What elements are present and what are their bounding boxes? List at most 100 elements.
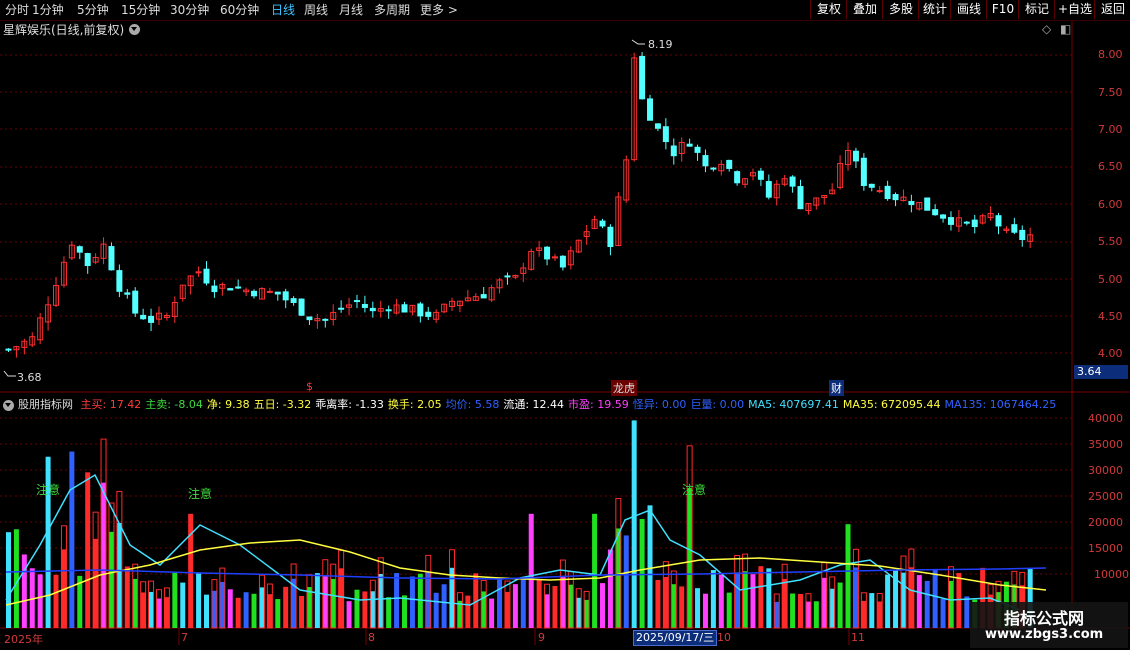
chart-frame xyxy=(0,21,1130,629)
volume-bar xyxy=(687,487,693,628)
candle-body xyxy=(757,170,764,180)
volume-bar xyxy=(497,579,503,628)
candle-body xyxy=(353,300,360,303)
volume-tick: 20000 xyxy=(1088,516,1123,529)
low-price-label: 3.68 xyxy=(17,371,42,384)
volume-bar xyxy=(710,570,716,628)
volume-bar xyxy=(536,579,542,628)
x-tick-label: 8 xyxy=(368,631,375,644)
candle-body xyxy=(947,217,954,225)
volume-bar xyxy=(156,598,162,628)
candle-body xyxy=(401,304,408,313)
volume-bar xyxy=(148,591,154,628)
indicator-field: MA35: 672095.44 xyxy=(842,398,941,411)
dividend-marker[interactable]: $ xyxy=(306,380,313,393)
volume-bar xyxy=(623,535,629,628)
candle-body xyxy=(908,200,915,206)
candle-body xyxy=(116,270,123,292)
indicator-name: 股朋指标网 xyxy=(18,398,73,411)
candle-body xyxy=(480,294,487,299)
volume-bar xyxy=(101,482,107,628)
volume-tick: 10000 xyxy=(1094,568,1129,581)
candle-body xyxy=(251,290,258,297)
volume-bar xyxy=(560,575,566,628)
volume-bar xyxy=(774,601,780,628)
candle-body xyxy=(654,123,661,129)
candle-body xyxy=(544,246,551,260)
volume-tick: 40000 xyxy=(1088,412,1123,425)
volume-bar xyxy=(386,597,392,628)
volume-bar xyxy=(908,567,914,628)
volume-bar xyxy=(790,593,796,628)
lhb-marker[interactable]: 龙虎 xyxy=(611,380,637,396)
current-price-tag: 3.64 xyxy=(1074,365,1128,379)
volume-bar xyxy=(93,538,99,628)
volume-bar xyxy=(140,592,146,628)
candle-body xyxy=(235,286,242,289)
volume-bar xyxy=(433,592,439,628)
volume-bar xyxy=(394,573,400,628)
candle-body xyxy=(76,246,83,253)
candle-body xyxy=(504,275,511,278)
finance-marker[interactable]: 财 xyxy=(829,380,844,396)
volume-bar xyxy=(964,596,970,628)
candle-body xyxy=(108,246,115,271)
volume-bar xyxy=(695,588,701,628)
volume-bar xyxy=(489,598,495,628)
volume-bars xyxy=(6,420,1033,629)
indicator-field: 怪异: 0.00 xyxy=(632,398,687,411)
volume-bar xyxy=(259,587,265,628)
candle-body xyxy=(132,290,139,314)
candle-body xyxy=(892,194,899,201)
volume-bar xyxy=(900,572,906,628)
indicator-menu-caret-icon[interactable] xyxy=(3,400,14,411)
volume-bar xyxy=(829,588,835,628)
diamond-icon[interactable]: ◇ xyxy=(1042,22,1051,36)
volume-bar xyxy=(85,472,91,628)
volume-bar xyxy=(750,574,756,628)
volume-bar xyxy=(322,575,328,628)
volume-bar xyxy=(188,513,194,628)
candle-body xyxy=(884,185,891,200)
volume-bar xyxy=(37,574,43,628)
indicator-field: 五日: -3.32 xyxy=(253,398,312,411)
volume-bar xyxy=(330,578,336,628)
stock-title: 星辉娱乐(日线,前复权) xyxy=(3,23,125,37)
price-tick: 7.50 xyxy=(1098,86,1123,99)
volume-bar xyxy=(219,581,225,628)
volume-bar xyxy=(132,578,138,628)
stock-menu-caret-icon[interactable] xyxy=(129,24,140,35)
volume-bar xyxy=(211,590,217,628)
volume-bar xyxy=(568,584,574,628)
candle-body xyxy=(5,348,12,351)
volume-bar xyxy=(370,591,376,628)
candle-body xyxy=(266,290,273,293)
volume-bar xyxy=(805,601,811,628)
candle-body xyxy=(282,291,289,301)
candle-body xyxy=(227,288,234,291)
volume-bar xyxy=(124,566,130,628)
candle-body xyxy=(876,190,883,193)
candle-body xyxy=(686,143,693,147)
volume-bar xyxy=(607,549,613,628)
volume-bar xyxy=(671,584,677,628)
indicator-field: MA135: 1067464.25 xyxy=(944,398,1057,411)
panel-toggle-icon[interactable]: ◧ xyxy=(1060,22,1071,36)
volume-bar xyxy=(267,594,273,628)
indicator-field: 换手: 2.05 xyxy=(387,398,442,411)
gridlines xyxy=(0,54,1072,645)
indicator-field: 均价: 5.58 xyxy=(445,398,500,411)
candle-body xyxy=(274,291,281,295)
volume-bar xyxy=(164,597,170,628)
volume-bar xyxy=(877,601,883,628)
volume-bar xyxy=(441,584,447,628)
volume-bar xyxy=(362,591,368,628)
candle-body xyxy=(765,181,772,198)
volume-bar xyxy=(655,579,661,628)
volume-bar xyxy=(734,572,740,628)
volume-bar xyxy=(861,600,867,628)
volume-bar xyxy=(956,572,962,628)
candle-body xyxy=(932,209,939,216)
volume-bar xyxy=(346,601,352,628)
candle-body xyxy=(559,255,566,268)
